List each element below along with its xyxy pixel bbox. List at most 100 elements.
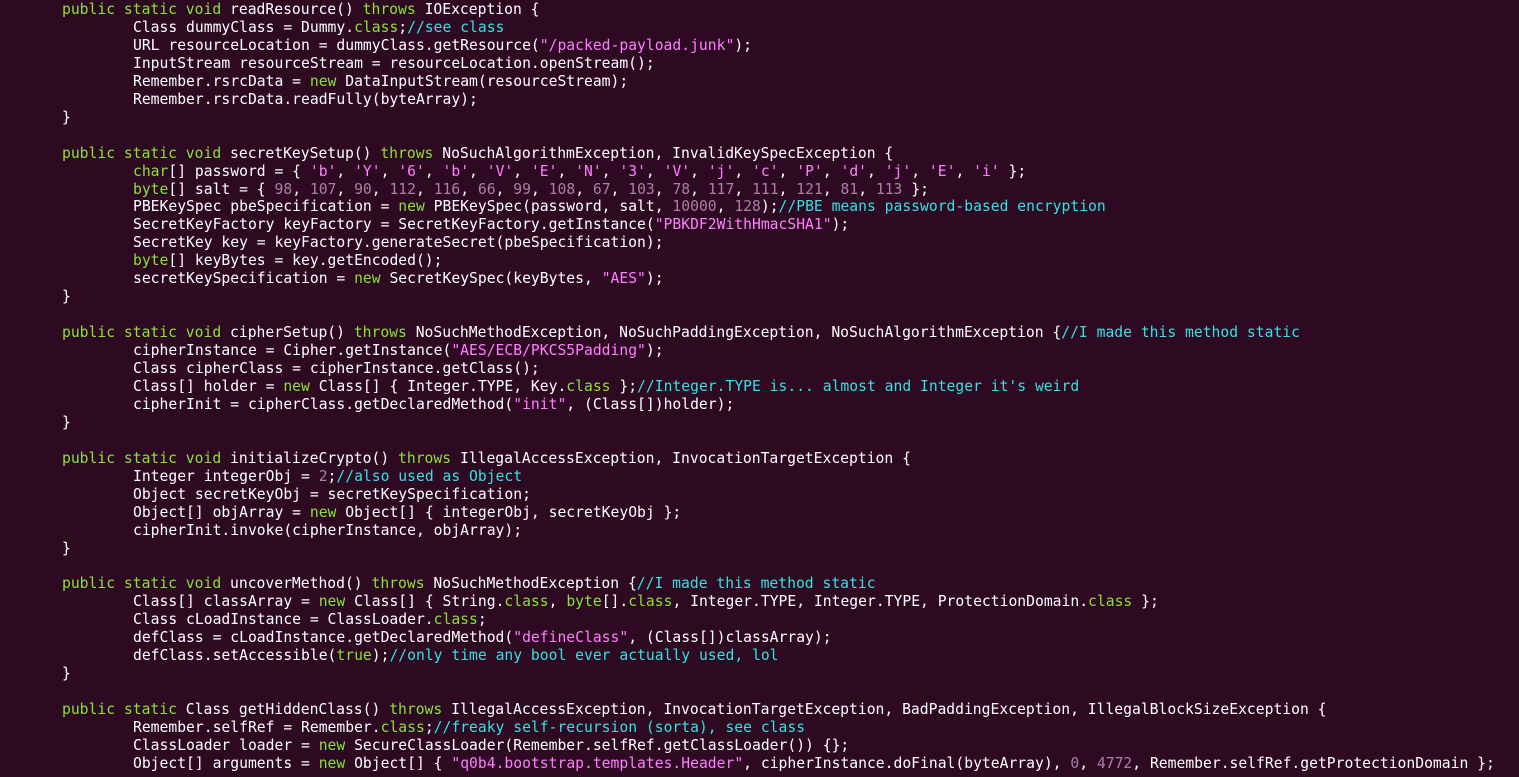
code-token: "/packed-payload.junk" [539, 36, 735, 54]
code-token: //I made this method static [1061, 324, 1300, 342]
code-token: , [1079, 754, 1097, 772]
code-token: Class dummyClass = Dummy. [133, 18, 355, 36]
code-token: } [62, 665, 71, 683]
code-token: , Remember.selfRef.getProtectionDomain }… [1132, 754, 1495, 772]
code-token: PBEKeySpec pbeSpecification = [133, 198, 399, 216]
code-token: //also used as Object [336, 467, 523, 485]
code-line: SecretKeyFactory keyFactory = SecretKeyF… [133, 216, 849, 234]
code-line: Class cLoadInstance = ClassLoader.class; [133, 611, 487, 629]
code-token: //only time any bool ever actually used,… [389, 647, 779, 665]
code-token: , [822, 180, 841, 198]
code-token: class [628, 593, 673, 611]
code-token: , [858, 180, 876, 198]
code-line: Object secretKeyObj = secretKeySpecifica… [133, 486, 531, 504]
code-token: 116 [433, 180, 461, 198]
code-token: 'E' [928, 162, 956, 180]
code-token: , [575, 180, 593, 198]
code-token: new [309, 72, 346, 90]
code-token: IllegalAccessException, InvocationTarget… [451, 701, 1327, 719]
code-token: , [778, 162, 797, 180]
code-token: throws [389, 701, 452, 719]
code-token: ); [734, 36, 752, 54]
code-line: cipherInit.invoke(cipherInstance, objArr… [133, 522, 522, 540]
code-token: } [62, 413, 71, 431]
code-token: SecretKeyFactory keyFactory = SecretKeyF… [133, 216, 655, 234]
code-token: , [867, 162, 885, 180]
code-line: char[] password = { 'b', 'Y', '6', 'b', … [133, 163, 1026, 181]
code-token: initializeCrypto() [230, 449, 399, 467]
code-token: , [530, 180, 549, 198]
code-token: "AES" [601, 270, 646, 288]
code-token: class [1088, 593, 1133, 611]
code-token: 'V' [663, 162, 691, 180]
code-token: , [495, 180, 514, 198]
code-line: } [62, 540, 71, 558]
code-token: , [911, 162, 929, 180]
code-token: [] password = { [168, 162, 310, 180]
code-token: "defineClass" [513, 629, 629, 647]
code-line: PBEKeySpec pbeSpecification = new PBEKey… [133, 198, 1106, 216]
code-line: cipherInstance = Cipher.getInstance("AES… [133, 342, 664, 360]
code-token: Class[] holder = [133, 377, 284, 395]
code-token: 117 [707, 180, 735, 198]
code-line: public static void uncoverMethod() throw… [62, 575, 876, 593]
code-token: , [778, 180, 797, 198]
code-token: class [504, 593, 549, 611]
code-token: ); [831, 216, 850, 234]
code-token: InputStream resourceStream = resourceLoc… [133, 54, 655, 72]
code-token: secretKeySetup() [230, 144, 381, 162]
code-token: ); [371, 647, 390, 665]
code-token: NoSuchMethodException, NoSuchPaddingExce… [415, 324, 1062, 342]
code-line: defClass.setAccessible(true);//only time… [133, 647, 779, 665]
code-editor[interactable]: public static void readResource() throws… [0, 0, 1519, 777]
code-line: cipherInit = cipherClass.getDeclaredMeth… [133, 396, 734, 414]
code-token: ; [477, 611, 487, 629]
code-token: 107 [309, 180, 337, 198]
code-token: 'V' [486, 162, 514, 180]
code-token: 103 [628, 180, 655, 198]
code-token: IllegalAccessException, InvocationTarget… [459, 449, 911, 467]
code-token: 'j' [707, 162, 735, 180]
code-token: new [309, 503, 346, 521]
code-token: 112 [389, 180, 416, 198]
code-line: Class[] holder = new Class[] { Integer.T… [133, 378, 1079, 396]
code-token: cipherInit.invoke(cipherInstance, objArr… [133, 521, 523, 539]
code-token: public static void [62, 449, 231, 467]
code-line: byte[] keyBytes = key.getEncoded(); [133, 252, 443, 270]
code-line: Remember.selfRef = Remember.class;//frea… [133, 719, 805, 737]
code-token: }; [902, 180, 929, 198]
code-token: SecretKeySpec(keyBytes, [389, 270, 602, 288]
code-line: InputStream resourceStream = resourceLoc… [133, 55, 655, 73]
code-token: Remember.rsrcData = [133, 72, 310, 90]
code-token: DataInputStream(resourceStream); [345, 72, 629, 90]
code-line: URL resourceLocation = dummyClass.getRes… [133, 37, 752, 55]
code-token: , cipherInstance.doFinal(byteArray), [743, 754, 1071, 772]
code-token: cipherInstance = Cipher.getInstance( [133, 342, 452, 360]
code-token: , [716, 198, 735, 216]
code-token: 128 [734, 198, 761, 216]
code-token: "PBKDF2WithHmacSHA1" [654, 216, 832, 234]
code-token: 4772 [1096, 754, 1133, 772]
code-token: ; [424, 719, 434, 736]
code-token: 'b' [309, 162, 337, 180]
code-line: } [62, 288, 71, 306]
code-token: readResource() [230, 1, 363, 18]
code-line: } [62, 109, 71, 127]
code-token: , [610, 180, 629, 198]
code-token: URL resourceLocation = dummyClass.getRes… [133, 36, 540, 54]
code-token: Object secretKeyObj = secretKeySpecifica… [133, 485, 531, 503]
code-token: ClassLoader loader = [133, 736, 319, 754]
code-line: public static void secretKeySetup() thro… [62, 145, 893, 163]
code-token: PBEKeySpec(password, salt, [433, 198, 673, 216]
code-token: , [371, 180, 390, 198]
code-token: , [336, 162, 355, 180]
code-token: NoSuchMethodException { [433, 575, 637, 593]
code-token: public static [62, 701, 186, 719]
code-line: ClassLoader loader = new SecureClassLoad… [133, 737, 849, 755]
code-token: 108 [548, 180, 576, 198]
code-token: , [548, 593, 567, 611]
code-token: byte [133, 252, 169, 270]
code-token: true [336, 647, 372, 665]
code-token: cipherSetup() [230, 324, 354, 342]
code-line: } [62, 665, 71, 683]
